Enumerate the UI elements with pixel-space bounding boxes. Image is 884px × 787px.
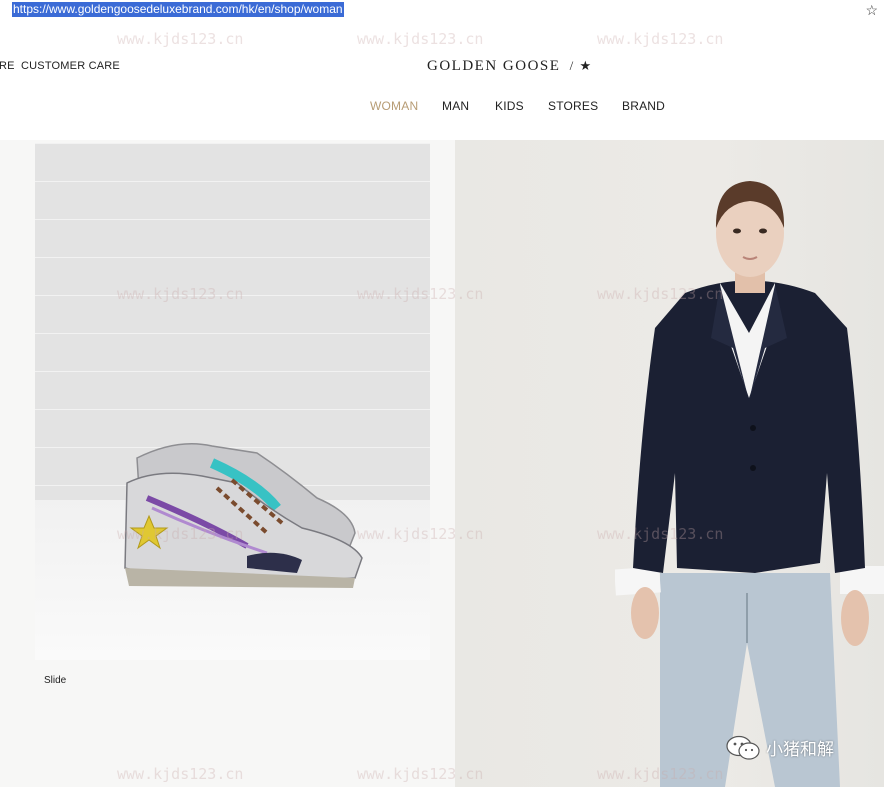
nav-item-kids[interactable]: KIDS	[495, 99, 524, 113]
browser-address-bar: https://www.goldengoosedeluxebrand.com/h…	[0, 0, 884, 21]
slide-label: Slide	[44, 675, 67, 686]
logo-text: GOLDEN GOOSE	[427, 58, 561, 74]
nav-item-woman[interactable]: WOMAN	[370, 99, 418, 113]
brand-logo[interactable]: GOLDEN GOOSE / ★	[427, 58, 593, 75]
bookmark-star-icon[interactable]: ☆	[865, 1, 878, 19]
wechat-icon	[726, 735, 760, 760]
nav-item-stores[interactable]: STORES	[548, 99, 598, 113]
customer-care-link[interactable]: CUSTOMER CARE	[21, 60, 120, 72]
site-header: RE CUSTOMER CARE GOLDEN GOOSE / ★ WOMAN …	[0, 20, 884, 140]
wechat-account-name: 小猪和解	[766, 740, 834, 760]
hero-left-panel[interactable]: Slide	[0, 140, 455, 787]
nav-item-man[interactable]: MAN	[442, 99, 469, 113]
nav-item-brand[interactable]: BRAND	[622, 99, 665, 113]
hero-right-panel[interactable]	[455, 140, 884, 787]
utility-link-truncated[interactable]: RE	[0, 60, 15, 72]
url-field[interactable]: https://www.goldengoosedeluxebrand.com/h…	[12, 2, 344, 17]
logo-mark: / ★	[569, 58, 593, 73]
model-image[interactable]	[615, 173, 884, 787]
sneaker-image[interactable]	[117, 428, 367, 588]
wechat-badge: 小猪和解	[726, 733, 876, 763]
